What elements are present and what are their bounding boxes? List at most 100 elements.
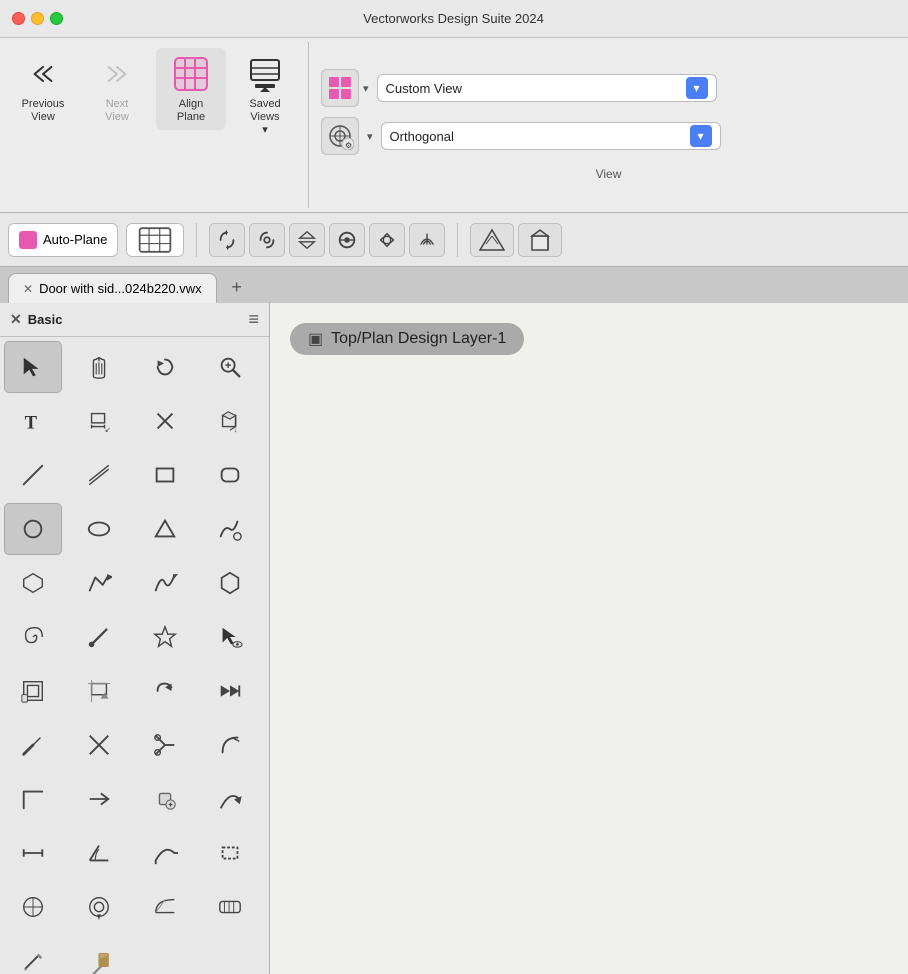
saved-views-icon: [245, 54, 285, 94]
measure-angle-tool[interactable]: [70, 827, 128, 879]
custom-view-dropdown[interactable]: Custom View ▾: [377, 74, 717, 102]
zoom-tool[interactable]: [201, 341, 259, 393]
next-view-icon: [97, 54, 137, 94]
pan-view-button[interactable]: [249, 223, 285, 257]
spiral-tool[interactable]: [4, 611, 62, 663]
custom-view-label: Custom View: [386, 81, 462, 96]
line-tool[interactable]: [4, 449, 62, 501]
toolbar-left-section: Previous View NextView: [0, 42, 309, 208]
orthogonal-label: Orthogonal: [390, 129, 454, 144]
main-area: ✕ Basic ≡: [0, 303, 908, 974]
previous-view-label: Previous View: [22, 98, 65, 124]
zoom-fit-button[interactable]: [289, 223, 325, 257]
arrow-tool[interactable]: [70, 773, 128, 825]
layer-indicator: ▣ Top/Plan Design Layer-1: [290, 323, 524, 355]
view-grid-icon-box[interactable]: [321, 69, 359, 107]
projection-icon-box[interactable]: ⚙: [321, 117, 359, 155]
rotate-2d-tool[interactable]: [136, 665, 194, 717]
freehand-tool[interactable]: [201, 503, 259, 555]
active-tab[interactable]: ✕ Door with sid...024b220.vwx: [8, 273, 217, 303]
chevron-down-icon: ▾: [694, 81, 700, 95]
blade-tool[interactable]: [4, 719, 62, 771]
mode-bar: Auto-Plane: [0, 213, 908, 267]
arc-tool[interactable]: [201, 719, 259, 771]
corner-tool[interactable]: [4, 773, 62, 825]
rounded-rect-tool[interactable]: [201, 449, 259, 501]
layer-label: Top/Plan Design Layer-1: [331, 330, 506, 348]
toolbar: Previous View NextView: [0, 38, 908, 213]
fly-button[interactable]: [409, 223, 445, 257]
polygon-tool[interactable]: [4, 557, 62, 609]
crop-tool[interactable]: [70, 665, 128, 717]
align-plane-button[interactable]: AlignPlane: [156, 48, 226, 130]
cube-view-button[interactable]: [518, 223, 562, 257]
eyedropper-tool[interactable]: [70, 611, 128, 663]
align-plane-icon: [171, 54, 211, 94]
chevron-down-icon-2: ▾: [698, 129, 704, 143]
scissors-tool[interactable]: [136, 719, 194, 771]
hammer-tool[interactable]: [70, 935, 128, 974]
measure-linear-tool[interactable]: [4, 827, 62, 879]
protractor-tool[interactable]: [136, 881, 194, 933]
rectangle-tool[interactable]: [136, 449, 194, 501]
orthogonal-arrow[interactable]: ▾: [690, 125, 712, 147]
nurbs-tool[interactable]: [136, 557, 194, 609]
double-line-tool[interactable]: [70, 449, 128, 501]
toolbar-view-section-label: View: [321, 167, 896, 181]
next-view-button[interactable]: NextView: [82, 48, 152, 130]
cross-tool[interactable]: [70, 719, 128, 771]
next-view-label: NextView: [105, 98, 129, 124]
tool-panel-menu-icon[interactable]: ≡: [248, 309, 259, 330]
frame-tool[interactable]: [4, 665, 62, 717]
saved-views-button[interactable]: SavedViews▾: [230, 48, 300, 144]
rotate-view-button[interactable]: [209, 223, 245, 257]
tab-close-icon[interactable]: ✕: [23, 282, 33, 296]
projection-dropdown-arrow[interactable]: ▾: [367, 130, 373, 143]
3d-object-tool[interactable]: ↓: [201, 395, 259, 447]
text-tool[interactable]: T: [4, 395, 62, 447]
polyline-tool[interactable]: [70, 557, 128, 609]
triangle-tool[interactable]: [136, 503, 194, 555]
orthogonal-dropdown[interactable]: Orthogonal ▾: [381, 122, 721, 150]
auto-plane-button[interactable]: Auto-Plane: [8, 223, 118, 257]
view-grid-dropdown-arrow[interactable]: ▾: [363, 82, 369, 95]
tool-grid: T ↙: [0, 337, 269, 974]
layer-icon: ▣: [308, 329, 323, 349]
move-node-tool[interactable]: [201, 773, 259, 825]
canvas-area[interactable]: ▣ Top/Plan Design Layer-1: [270, 303, 908, 974]
compass-tool[interactable]: [4, 881, 62, 933]
reshape-tool[interactable]: [136, 773, 194, 825]
close-panel-icon[interactable]: ✕: [10, 311, 22, 328]
selection-arrow-eye-tool[interactable]: [201, 611, 259, 663]
tape-tool[interactable]: [201, 881, 259, 933]
select-tool[interactable]: [4, 341, 62, 393]
trim-tool[interactable]: [136, 395, 194, 447]
3d-arrow-button[interactable]: [470, 223, 514, 257]
svg-text:⚙: ⚙: [345, 141, 352, 150]
first-last-frame-tool[interactable]: [201, 665, 259, 717]
arc-length-tool[interactable]: [136, 827, 194, 879]
tool-panel: ✕ Basic ≡: [0, 303, 270, 974]
oval-tool[interactable]: [70, 503, 128, 555]
orbit-button[interactable]: [369, 223, 405, 257]
grid-display-button[interactable]: [126, 223, 184, 257]
add-tab-button[interactable]: +: [223, 273, 251, 301]
dimension-tool[interactable]: ↙: [70, 395, 128, 447]
view-controls-group-1: [209, 223, 445, 257]
previous-view-button[interactable]: Previous View: [8, 48, 78, 130]
custom-view-arrow[interactable]: ▾: [686, 77, 708, 99]
pencil-tool[interactable]: [4, 935, 62, 974]
hexagon-tool[interactable]: [201, 557, 259, 609]
custom-view-row: ▾ Custom View ▾: [321, 69, 896, 107]
measure-perimeter-tool[interactable]: [201, 827, 259, 879]
pan-tool[interactable]: [70, 341, 128, 393]
look-button[interactable]: [329, 223, 365, 257]
title-bar: Vectorworks Design Suite 2024: [0, 0, 908, 38]
svg-text:↙: ↙: [104, 425, 110, 434]
toolbar-right-section: ▾ Custom View ▾ ⚙ ▾: [309, 42, 908, 208]
star-tool[interactable]: [136, 611, 194, 663]
circle-tool[interactable]: [4, 503, 62, 555]
ring-tool[interactable]: [70, 881, 128, 933]
auto-plane-icon: [19, 231, 37, 249]
rotate-tool[interactable]: [136, 341, 194, 393]
